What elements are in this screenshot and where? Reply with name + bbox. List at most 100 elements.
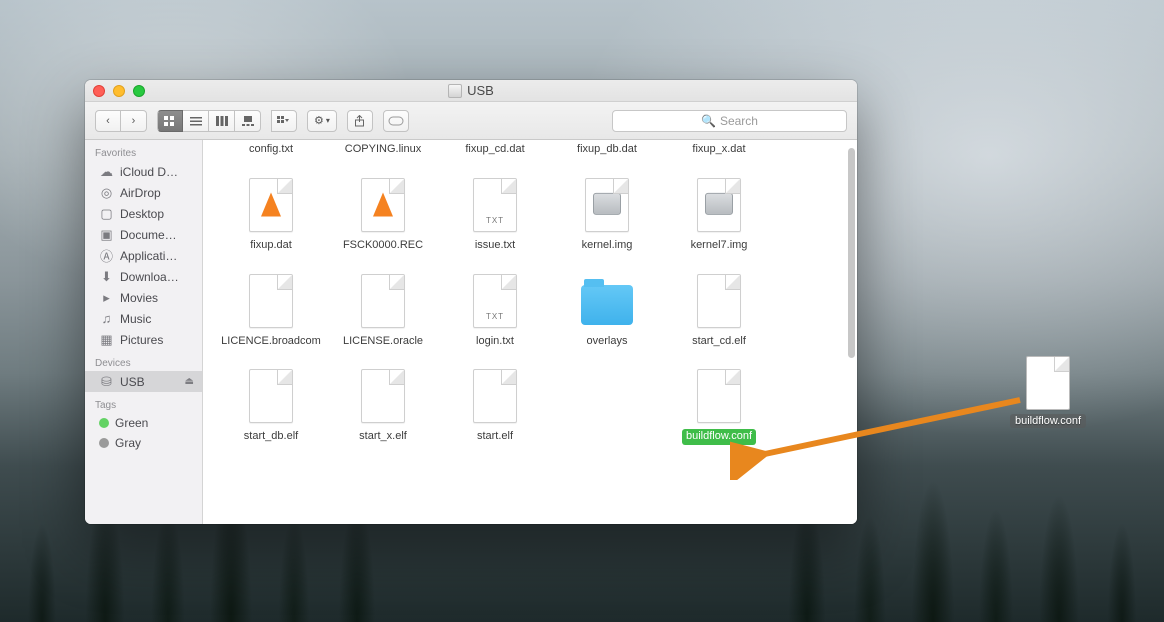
file-icon: TXT (473, 274, 517, 328)
file-item[interactable]: start.elf (439, 367, 551, 445)
file-name: LICENCE.broadcom (217, 334, 325, 350)
file-item[interactable]: buildflow.conf (663, 367, 775, 445)
sidebar-item-applicati[interactable]: ⒶApplicati… (85, 245, 202, 266)
file-name: fixup_db.dat (573, 142, 641, 158)
sidebar-item-gray[interactable]: Gray (85, 433, 202, 453)
sidebar-item-usb[interactable]: ⛁USB⏏ (85, 371, 202, 392)
view-switcher (157, 110, 261, 132)
file-name: start_cd.elf (688, 334, 750, 350)
sidebar-item-label: Movies (120, 291, 158, 305)
search-field[interactable]: 🔍 Search (612, 110, 847, 132)
file-item[interactable]: fixup_db.dat (551, 142, 663, 158)
share-button[interactable] (347, 110, 373, 132)
file-item[interactable]: LICENSE.oracle (327, 272, 439, 350)
sidebar-item-green[interactable]: Green (85, 413, 202, 433)
desktop: USB ‹ › (0, 0, 1164, 622)
tag-icon (388, 116, 404, 126)
file-name: fixup_cd.dat (461, 142, 528, 158)
file-thumb (354, 367, 412, 425)
file-item[interactable]: kernel7.img (663, 176, 775, 254)
forward-button[interactable]: › (121, 110, 147, 132)
file-name: FSCK0000.REC (339, 238, 427, 254)
file-icon (1026, 356, 1070, 410)
file-item[interactable]: start_db.elf (215, 367, 327, 445)
share-icon (354, 115, 365, 127)
sidebar-section-header: Favorites (85, 140, 202, 161)
file-item[interactable]: start_cd.elf (663, 272, 775, 350)
toolbar: ‹ › (85, 102, 857, 140)
file-item[interactable]: TXT login.txt (439, 272, 551, 350)
file-name: LICENSE.oracle (339, 334, 427, 350)
file-item[interactable]: fixup.dat (215, 176, 327, 254)
column-view-button[interactable] (209, 110, 235, 132)
back-button[interactable]: ‹ (95, 110, 121, 132)
sidebar-item-label: iCloud D… (120, 165, 178, 179)
sidebar-item-music[interactable]: ♫Music (85, 308, 202, 329)
scrollbar[interactable] (848, 148, 855, 358)
cloud-icon: ☁ (99, 164, 114, 179)
tag-dot-icon (99, 438, 109, 448)
file-icon (249, 274, 293, 328)
edit-tags-button[interactable] (383, 110, 409, 132)
file-icon (249, 369, 293, 423)
tag-dot-icon (99, 418, 109, 428)
file-item[interactable]: FSCK0000.REC (327, 176, 439, 254)
sidebar-item-movies[interactable]: ▸Movies (85, 287, 202, 308)
sidebar-item-label: Desktop (120, 207, 164, 221)
sidebar-item-airdrop[interactable]: ◎ AirDrop (85, 182, 202, 203)
zoom-button[interactable] (133, 85, 145, 97)
sidebar-item-label: Applicati… (120, 249, 177, 263)
file-thumb (354, 176, 412, 234)
list-icon (190, 116, 202, 126)
sidebar-item-label: Pictures (120, 333, 163, 347)
file-icon (697, 369, 741, 423)
sidebar-item-downloa[interactable]: ⬇Downloa… (85, 266, 202, 287)
ext-badge: TXT (474, 312, 516, 321)
file-item[interactable]: overlays (551, 272, 663, 350)
file-item[interactable]: fixup_cd.dat (439, 142, 551, 158)
file-thumb (690, 367, 748, 425)
airdrop-icon: ◎ (99, 185, 114, 200)
list-view-button[interactable] (183, 110, 209, 132)
sidebar-item-label: USB (120, 375, 145, 389)
gallery-view-button[interactable] (235, 110, 261, 132)
icon-view-button[interactable] (157, 110, 183, 132)
sidebar-item-desktop[interactable]: ▢ Desktop (85, 203, 202, 224)
sidebar-item-docume[interactable]: ▣Docume… (85, 224, 202, 245)
file-icon (697, 274, 741, 328)
desktop-icon: ▢ (99, 206, 114, 221)
finder-window: USB ‹ › (85, 80, 857, 524)
file-name: fixup_x.dat (688, 142, 749, 158)
window-title-text: USB (467, 83, 494, 98)
sidebar-section-header: Tags (85, 392, 202, 413)
file-item[interactable]: LICENCE.broadcom (215, 272, 327, 350)
file-name: start.elf (473, 429, 517, 445)
file-name: login.txt (472, 334, 518, 350)
file-thumb: TXT (466, 176, 524, 234)
titlebar[interactable]: USB (85, 80, 857, 102)
file-item[interactable]: kernel.img (551, 176, 663, 254)
action-button[interactable]: ⚙▾ (307, 110, 337, 132)
close-button[interactable] (93, 85, 105, 97)
sidebar-item-label: Music (120, 312, 151, 326)
file-icon (473, 369, 517, 423)
file-area[interactable]: config.txtCOPYING.linuxfixup_cd.datfixup… (203, 140, 857, 524)
file-thumb (466, 367, 524, 425)
file-item[interactable]: fixup_x.dat (663, 142, 775, 158)
file-icon (361, 274, 405, 328)
arrange-button[interactable] (271, 110, 297, 132)
file-name: kernel.img (578, 238, 637, 254)
desktop-file[interactable]: buildflow.conf (1002, 356, 1094, 428)
sidebar-item-pictures[interactable]: ▦Pictures (85, 329, 202, 350)
file-item[interactable]: COPYING.linux (327, 142, 439, 158)
file-item[interactable]: config.txt (215, 142, 327, 158)
minimize-button[interactable] (113, 85, 125, 97)
file-thumb (690, 176, 748, 234)
sidebar-item-icloudd[interactable]: ☁ iCloud D… (85, 161, 202, 182)
nav-buttons: ‹ › (95, 110, 147, 132)
file-item[interactable]: TXTissue.txt (439, 176, 551, 254)
eject-icon[interactable]: ⏏ (185, 376, 194, 387)
file-item[interactable]: start_x.elf (327, 367, 439, 445)
sidebar-item-label: AirDrop (120, 186, 161, 200)
file-name: COPYING.linux (341, 142, 425, 158)
